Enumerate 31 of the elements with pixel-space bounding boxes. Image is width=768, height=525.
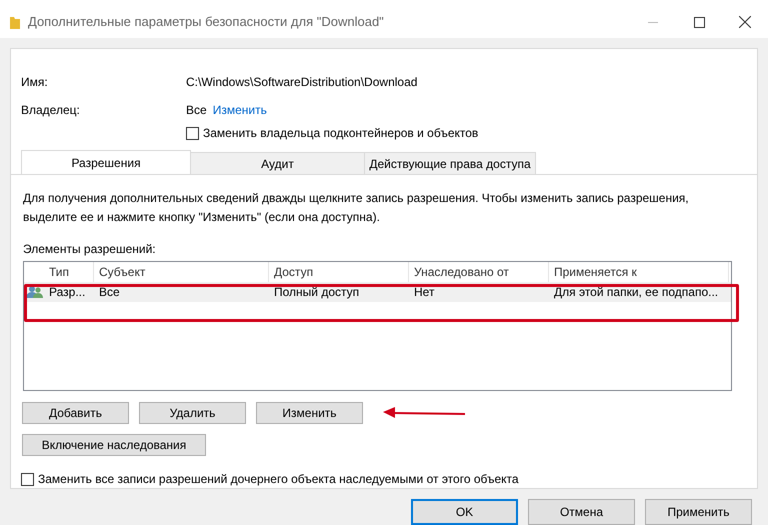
button[interactable]: OK <box>411 499 518 525</box>
name-label: Имя: <box>21 74 49 91</box>
table-cell-text: Разр... <box>49 284 86 301</box>
tab[interactable]: Разрешения <box>21 150 191 174</box>
users-icon <box>26 285 44 299</box>
checkbox[interactable] <box>186 126 199 140</box>
change-owner-link[interactable]: Изменить <box>212 101 267 119</box>
tab[interactable]: Действующие права доступа <box>364 152 536 174</box>
name-value: C:\Windows\SoftwareDistribution\Download <box>186 74 418 91</box>
table-cell-text: Нет <box>413 284 436 301</box>
button[interactable]: Отмена <box>528 499 635 525</box>
table-cell-text: Полный доступ <box>273 284 360 301</box>
maximize-icon <box>694 16 704 28</box>
button[interactable]: Изменить <box>256 402 363 424</box>
table-cell-text: Для этой папки, ее подпапо... <box>553 284 720 301</box>
owner-value: Все <box>186 102 207 119</box>
list-label: Элементы разрешений: <box>23 241 157 258</box>
info-text: Для получения дополнительных сведений дважды щелкните запись разрешения. Чтобы изменить запись разрешения, выделите ее и нажмите кнопку "Изменить" (если она доступна). <box>23 190 690 226</box>
enable-inheritance-button[interactable]: Включение наследования <box>22 434 206 456</box>
button[interactable]: Удалить <box>139 402 246 424</box>
folder-icon <box>10 15 20 29</box>
close-icon <box>739 16 751 28</box>
table-cell-text: Все <box>98 284 121 301</box>
checkbox-label: Заменить все записи разрешений дочернего объекта наследуемыми от этого объекта <box>38 471 519 488</box>
button[interactable]: Добавить <box>22 402 129 424</box>
checkbox[interactable] <box>21 472 34 486</box>
tab[interactable]: Аудит <box>190 152 365 174</box>
button[interactable]: Применить <box>645 499 752 525</box>
window-title: Дополнительные параметры безопасности для "Download" <box>28 13 385 32</box>
checkbox-label: Заменить владельца подконтейнеров и объектов <box>203 125 478 142</box>
owner-label: Владелец: <box>21 102 81 119</box>
